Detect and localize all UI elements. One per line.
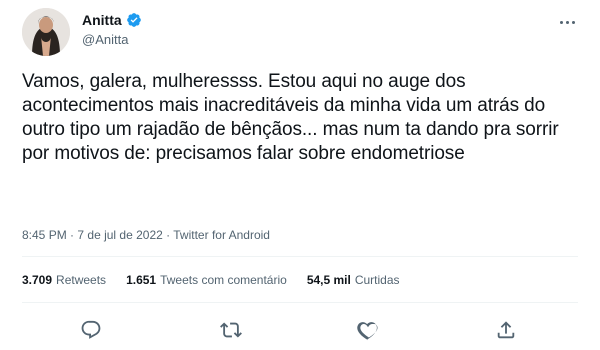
user-handle[interactable]: @Anitta bbox=[82, 32, 128, 47]
tweet-meta: 8:45 PM · 7 de jul de 2022 · Twitter for… bbox=[22, 228, 270, 242]
retweets-stat[interactable]: 3.709 Retweets bbox=[22, 273, 106, 287]
tweet-actions bbox=[0, 313, 600, 349]
display-name[interactable]: Anitta bbox=[82, 12, 142, 28]
quotes-stat[interactable]: 1.651 Tweets com comentário bbox=[126, 273, 287, 287]
divider bbox=[22, 256, 578, 257]
quotes-count: 1.651 bbox=[126, 273, 157, 287]
likes-stat[interactable]: 54,5 mil Curtidas bbox=[307, 273, 400, 287]
likes-label: Curtidas bbox=[354, 273, 400, 287]
divider bbox=[22, 302, 578, 303]
retweet-icon[interactable] bbox=[220, 319, 244, 343]
more-horizontal-icon[interactable] bbox=[560, 18, 580, 26]
tweet-time-link[interactable]: 8:45 PM bbox=[22, 228, 67, 242]
tweet-date-link[interactable]: 7 de jul de 2022 bbox=[77, 228, 162, 242]
reply-icon[interactable] bbox=[80, 319, 104, 343]
quotes-label: Tweets com comentário bbox=[160, 273, 287, 287]
retweets-label: Retweets bbox=[56, 273, 107, 287]
meta-separator-2: · bbox=[166, 228, 171, 242]
tweet-stats: 3.709 Retweets 1.651 Tweets com comentário… bbox=[22, 273, 400, 287]
meta-separator: · bbox=[70, 228, 75, 242]
avatar[interactable] bbox=[22, 8, 70, 56]
likes-count: 54,5 mil bbox=[306, 273, 351, 287]
display-name-text: Anitta bbox=[82, 12, 122, 28]
retweets-count: 3.709 bbox=[22, 273, 53, 287]
avatar-image bbox=[22, 8, 70, 56]
share-icon[interactable] bbox=[495, 319, 519, 343]
tweet-card: Anitta @Anitta Vamos, galera, mulheresss… bbox=[0, 0, 600, 350]
tweet-source-link[interactable]: Twitter for Android bbox=[173, 228, 270, 242]
like-icon[interactable] bbox=[357, 319, 381, 343]
tweet-text: Vamos, galera, mulheressss. Estou aqui n… bbox=[22, 71, 559, 164]
verified-badge-icon bbox=[126, 12, 142, 28]
